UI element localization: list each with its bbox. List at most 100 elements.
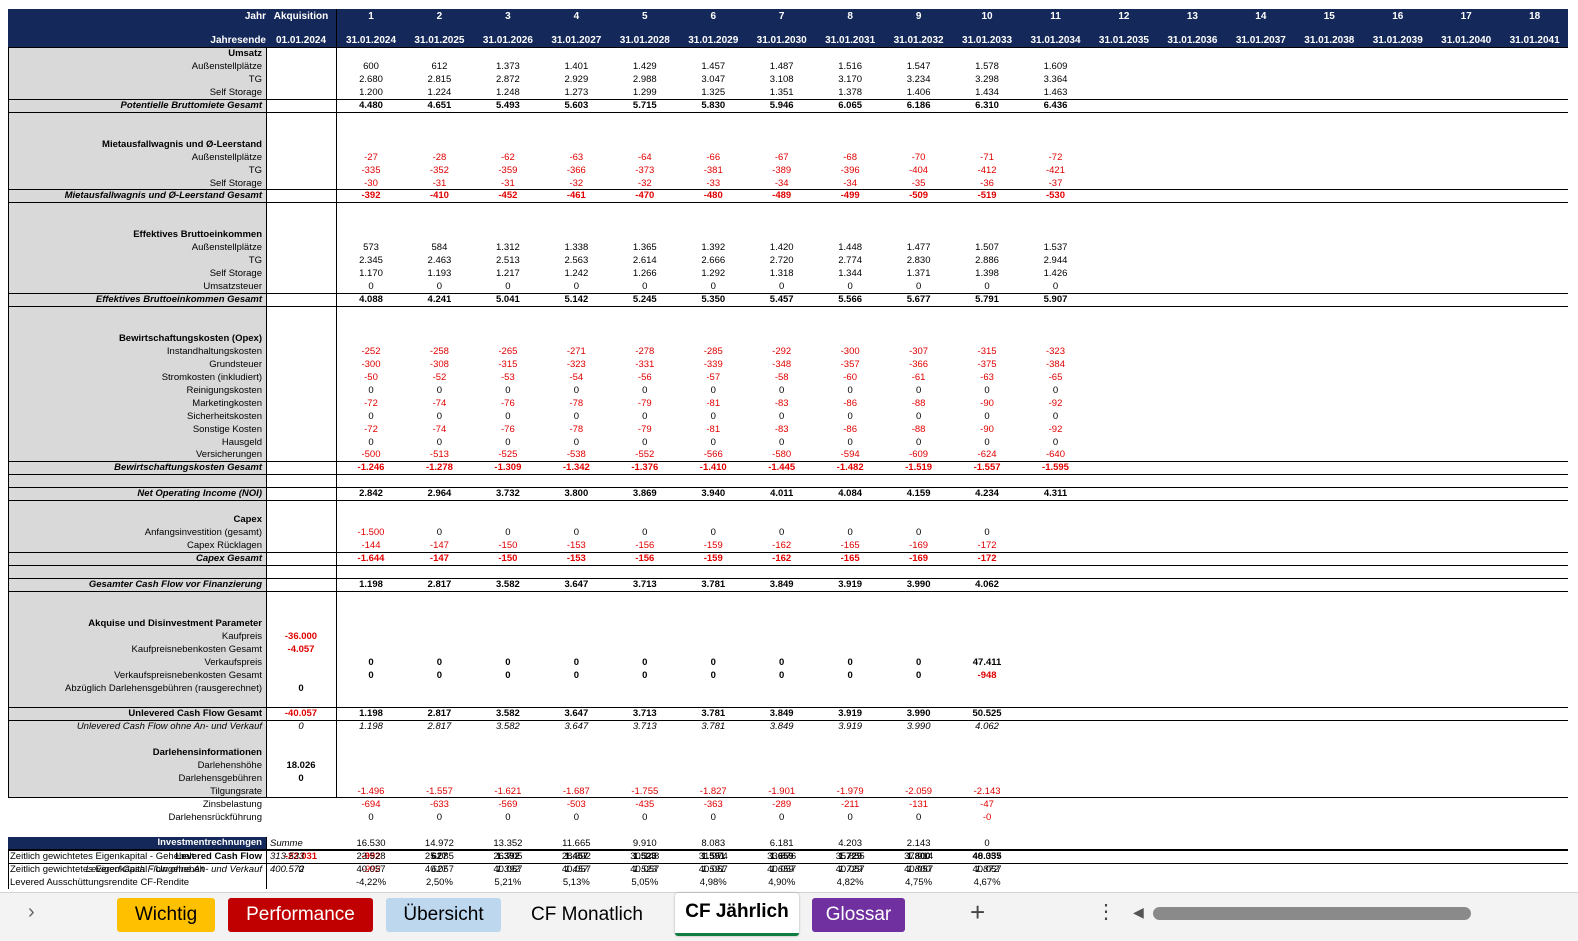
value-cell[interactable]: 2.513	[474, 254, 542, 267]
value-cell[interactable]: -404	[885, 164, 953, 177]
value-cell[interactable]: 3.919	[816, 720, 884, 733]
row-label[interactable]: Außenstellplätze	[8, 60, 265, 73]
value-cell[interactable]: -35	[885, 177, 953, 190]
value-cell[interactable]: -162	[748, 552, 816, 565]
value-cell[interactable]: 1.609	[1022, 60, 1090, 73]
value-cell[interactable]: 0	[885, 436, 953, 449]
value-cell[interactable]: -50	[337, 371, 405, 384]
value-cell[interactable]: 4.084	[816, 487, 884, 500]
investment-value[interactable]: 28.392	[542, 850, 610, 863]
value-cell[interactable]: -56	[611, 371, 679, 384]
value-cell[interactable]: 5.041	[474, 293, 542, 306]
investment-value[interactable]: 40.057	[542, 863, 610, 876]
value-cell[interactable]: 1.351	[748, 86, 816, 99]
sheet-tab[interactable]: Performance	[228, 898, 373, 932]
value-cell[interactable]: -147	[405, 539, 473, 552]
value-cell[interactable]: 0	[405, 669, 473, 682]
value-cell[interactable]: 0	[748, 669, 816, 682]
investment-value[interactable]: 4,67%	[953, 876, 1021, 889]
value-cell[interactable]: 0	[816, 280, 884, 293]
investment-value[interactable]: 5,21%	[474, 876, 542, 889]
row-label[interactable]: Stromkosten (inkludiert)	[8, 371, 265, 384]
value-cell[interactable]: -90	[953, 397, 1021, 410]
row-label[interactable]	[8, 202, 265, 215]
value-cell[interactable]: 1.420	[748, 241, 816, 254]
value-cell[interactable]: 1.547	[885, 60, 953, 73]
value-cell[interactable]: -1.500	[337, 526, 405, 539]
row-label[interactable]: TG	[8, 73, 265, 86]
investment-value[interactable]: 40.057	[885, 863, 953, 876]
value-cell[interactable]: -78	[542, 397, 610, 410]
value-cell[interactable]: 0	[474, 384, 542, 397]
value-cell[interactable]: 0	[611, 526, 679, 539]
value-cell[interactable]: 1.537	[1022, 241, 1090, 254]
value-cell[interactable]: 0	[405, 436, 473, 449]
value-cell[interactable]: 5.350	[679, 293, 747, 306]
value-cell[interactable]: -1.595	[1022, 461, 1090, 474]
value-cell[interactable]: 5.791	[953, 293, 1021, 306]
investment-sum[interactable]: 313.533	[270, 850, 304, 863]
value-cell[interactable]: 0	[611, 669, 679, 682]
value-cell[interactable]: 0	[611, 410, 679, 423]
value-cell[interactable]: 0	[542, 656, 610, 669]
value-cell[interactable]: -169	[885, 539, 953, 552]
value-cell[interactable]: -58	[748, 371, 816, 384]
value-cell[interactable]: 0	[337, 436, 405, 449]
value-cell[interactable]: 1.299	[611, 86, 679, 99]
value-cell[interactable]: 0	[542, 280, 610, 293]
value-cell[interactable]: -315	[474, 358, 542, 371]
value-cell[interactable]: 4.234	[953, 487, 1021, 500]
value-cell[interactable]: -452	[474, 189, 542, 202]
row-label[interactable]: Capex	[8, 513, 265, 526]
investment-sum[interactable]: 400.572	[270, 863, 304, 876]
row-label[interactable]: Mietausfallwagnis und Ø-Leerstand Gesamt	[8, 189, 265, 202]
value-cell[interactable]: -81	[679, 397, 747, 410]
value-cell[interactable]: 0	[885, 811, 953, 824]
value-cell[interactable]: 0	[679, 526, 747, 539]
sheet-tab[interactable]: Übersicht	[386, 898, 501, 932]
row-label[interactable]: Sonstige Kosten	[8, 423, 265, 436]
value-cell[interactable]: -1.557	[953, 461, 1021, 474]
value-cell[interactable]: 3.990	[885, 720, 953, 733]
value-cell[interactable]: 13.352	[474, 837, 542, 850]
investment-value[interactable]: 30.148	[611, 850, 679, 863]
value-cell[interactable]: 3.869	[611, 487, 679, 500]
row-label[interactable]: Grundsteuer	[8, 358, 265, 371]
value-cell[interactable]: -33	[679, 177, 747, 190]
value-cell[interactable]: -252	[337, 345, 405, 358]
value-cell[interactable]: 0	[1022, 410, 1090, 423]
value-cell[interactable]: -79	[611, 423, 679, 436]
value-cell[interactable]: 50.525	[953, 707, 1021, 720]
row-label[interactable]	[8, 824, 265, 837]
row-label[interactable]: Außenstellplätze	[8, 151, 265, 164]
value-cell[interactable]: 5.142	[542, 293, 610, 306]
value-cell[interactable]: 0	[611, 656, 679, 669]
value-cell[interactable]: 0	[542, 384, 610, 397]
value-cell[interactable]: 0	[748, 811, 816, 824]
value-cell[interactable]: -165	[816, 552, 884, 565]
value-cell[interactable]: 1.224	[405, 86, 473, 99]
value-cell[interactable]: 0	[816, 384, 884, 397]
row-label[interactable]: Capex Gesamt	[8, 552, 265, 565]
value-cell[interactable]: 2.680	[337, 73, 405, 86]
value-cell[interactable]: -83	[748, 423, 816, 436]
value-cell[interactable]: -569	[474, 798, 542, 811]
row-label[interactable]: Verkaufspreisnebenkosten Gesamt	[8, 669, 265, 682]
value-cell[interactable]: -694	[337, 798, 405, 811]
value-cell[interactable]: 2.720	[748, 254, 816, 267]
row-label[interactable]: Kaufpreis	[8, 630, 265, 643]
value-cell[interactable]: 0	[337, 280, 405, 293]
acquisition-cell[interactable]: 0	[266, 720, 336, 733]
value-cell[interactable]: -580	[748, 448, 816, 461]
value-cell[interactable]: -63	[542, 151, 610, 164]
value-cell[interactable]: -307	[885, 345, 953, 358]
value-cell[interactable]: 1.463	[1022, 86, 1090, 99]
row-label[interactable]	[8, 500, 265, 513]
value-cell[interactable]: 3.364	[1022, 73, 1090, 86]
value-cell[interactable]: 3.234	[885, 73, 953, 86]
acquisition-cell[interactable]: 18.026	[266, 759, 336, 772]
plus-icon[interactable]: +	[970, 897, 985, 928]
value-cell[interactable]: -1.445	[748, 461, 816, 474]
value-cell[interactable]: 0	[748, 384, 816, 397]
value-cell[interactable]: -366	[542, 164, 610, 177]
